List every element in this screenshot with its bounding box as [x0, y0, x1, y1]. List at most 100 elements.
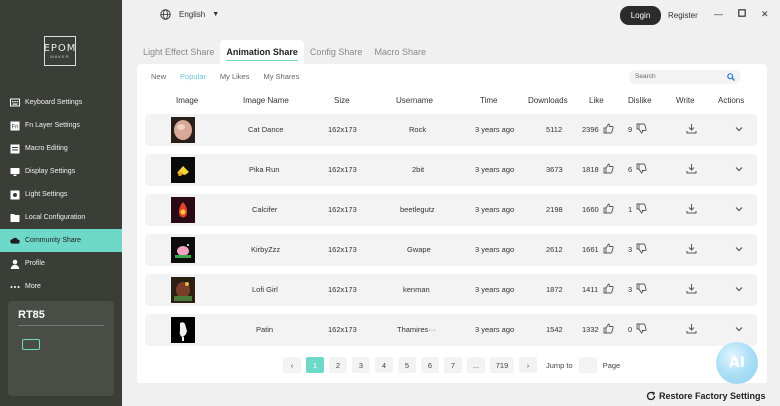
language-selector[interactable]: English ▼ — [160, 9, 219, 20]
sidebar: EPOM MAKER Keyboard Settings Fn Fn Layer… — [0, 0, 122, 406]
thumbs-down-icon[interactable] — [636, 323, 647, 334]
tab-macro-share[interactable]: Macro Share — [368, 40, 432, 64]
chevron-down-icon[interactable] — [734, 244, 744, 254]
login-button[interactable]: Login — [620, 6, 661, 25]
thumbs-up-icon[interactable] — [603, 243, 614, 254]
page-button[interactable]: 719 — [490, 357, 514, 373]
filter-my-shares[interactable]: My Shares — [263, 72, 313, 81]
filter-popular[interactable]: Popular — [180, 72, 220, 81]
sidebar-item-display-settings[interactable]: Display Settings — [0, 160, 122, 183]
device-name: RT85 — [18, 309, 45, 321]
maximize-icon[interactable] — [738, 9, 746, 19]
download-icon[interactable] — [686, 123, 697, 134]
thumbs-down-icon[interactable] — [636, 123, 647, 134]
restore-factory-button[interactable]: Restore Factory Settings — [646, 391, 766, 401]
page-button[interactable]: 2 — [329, 357, 347, 373]
page-label: Page — [602, 360, 621, 370]
chevron-down-icon[interactable] — [734, 284, 744, 294]
download-icon[interactable] — [686, 163, 697, 174]
thumbs-down-icon[interactable] — [636, 203, 647, 214]
prev-page-button[interactable]: ‹ — [283, 357, 301, 373]
thumbs-up-icon[interactable] — [603, 323, 614, 334]
sidebar-nav: Keyboard Settings Fn Fn Layer Settings M… — [0, 91, 122, 298]
page-button[interactable]: 4 — [375, 357, 393, 373]
page-button[interactable]: 3 — [352, 357, 370, 373]
chevron-down-icon[interactable] — [734, 204, 744, 214]
filter-my-likes[interactable]: My Likes — [220, 72, 264, 81]
page-button[interactable]: 1 — [306, 357, 324, 373]
download-icon[interactable] — [686, 243, 697, 254]
page-button[interactable]: 5 — [398, 357, 416, 373]
jump-page-input[interactable] — [578, 357, 597, 373]
ai-assistant-button[interactable]: AI — [716, 342, 758, 384]
thumbs-up-icon[interactable] — [603, 283, 614, 294]
search-input[interactable]: Search — [629, 70, 741, 84]
caret-down-icon: ▼ — [212, 11, 220, 18]
download-icon[interactable] — [686, 323, 697, 334]
table-row[interactable]: Patin 162x173 Thamires··· 3 years ago 15… — [145, 314, 757, 346]
row-dislikes: 9 — [628, 125, 633, 134]
tab-light-effect-share[interactable]: Light Effect Share — [137, 40, 220, 64]
sidebar-item-light-settings[interactable]: Light Settings — [0, 183, 122, 206]
row-dislikes: 1 — [628, 205, 633, 214]
macro-icon — [10, 144, 20, 154]
sidebar-item-label: Display Settings — [25, 168, 76, 175]
sidebar-item-community-share[interactable]: Community Share — [0, 229, 122, 252]
row-downloads: 1872 — [546, 285, 563, 294]
row-dislikes: 3 — [628, 245, 633, 254]
sidebar-item-macro-editing[interactable]: Macro Editing — [0, 137, 122, 160]
page-button[interactable]: 7 — [444, 357, 462, 373]
thumbs-down-icon[interactable] — [636, 283, 647, 294]
row-likes: 1661 — [582, 245, 599, 254]
row-image-name: Cat Dance — [248, 125, 284, 134]
more-icon — [10, 282, 20, 292]
row-time: 3 years ago — [475, 285, 515, 294]
filter-new[interactable]: New — [151, 72, 180, 81]
thumbs-down-icon[interactable] — [636, 243, 647, 254]
table-row[interactable]: KirbyZzz 162x173 Gwape 3 years ago 2612 … — [145, 234, 757, 266]
download-icon[interactable] — [686, 203, 697, 214]
globe-icon — [160, 9, 171, 20]
search-icon[interactable] — [727, 73, 735, 81]
thumbs-down-icon[interactable] — [636, 163, 647, 174]
table-row[interactable]: Lofi Girl 162x173 kenman 3 years ago 187… — [145, 274, 757, 306]
thumbs-up-icon[interactable] — [603, 203, 614, 214]
row-username: Gwape — [407, 245, 431, 254]
download-icon[interactable] — [686, 283, 697, 294]
sidebar-item-label: Light Settings — [25, 191, 68, 198]
table-row[interactable]: Calcifer 162x173 beetlegutz 3 years ago … — [145, 194, 757, 226]
row-downloads: 5112 — [546, 125, 563, 134]
animation-thumbnail — [171, 277, 195, 303]
chevron-down-icon[interactable] — [734, 164, 744, 174]
sidebar-item-local-configuration[interactable]: Local Configuration — [0, 206, 122, 229]
column-dislike: Dislike — [628, 96, 652, 105]
row-downloads: 2198 — [546, 205, 563, 214]
register-link[interactable]: Register — [668, 11, 698, 20]
tab-config-share[interactable]: Config Share — [304, 40, 369, 64]
chevron-down-icon[interactable] — [734, 324, 744, 334]
sidebar-item-keyboard-settings[interactable]: Keyboard Settings — [0, 91, 122, 114]
animation-thumbnail — [171, 237, 195, 263]
row-size: 162x173 — [328, 285, 357, 294]
restore-label: Restore Factory Settings — [659, 391, 766, 401]
table-row[interactable]: Cat Dance 162x173 Rock 3 years ago 5112 … — [145, 114, 757, 146]
device-card[interactable]: RT85 — [8, 301, 114, 396]
thumbs-up-icon[interactable] — [603, 163, 614, 174]
minimize-icon[interactable]: — — [714, 9, 723, 19]
row-dislikes: 0 — [628, 325, 633, 334]
table-row[interactable]: Pika Run 162x173 2bit 3 years ago 3673 1… — [145, 154, 757, 186]
sidebar-item-profile[interactable]: Profile — [0, 252, 122, 275]
thumbs-up-icon[interactable] — [603, 123, 614, 134]
tab-animation-share[interactable]: Animation Share — [220, 40, 304, 64]
sidebar-item-fn-layer-settings[interactable]: Fn Fn Layer Settings — [0, 114, 122, 137]
pagination: ‹ 1 2 3 4 5 6 7 ... 719 › Jump to Page — [283, 357, 620, 373]
close-icon[interactable]: ✕ — [761, 9, 769, 20]
chevron-down-icon[interactable] — [734, 124, 744, 134]
row-time: 3 years ago — [475, 125, 515, 134]
page-ellipsis[interactable]: ... — [467, 357, 485, 373]
light-icon — [10, 190, 20, 200]
sidebar-item-more[interactable]: More — [0, 275, 122, 298]
sidebar-item-label: Fn Layer Settings — [25, 122, 80, 129]
page-button[interactable]: 6 — [421, 357, 439, 373]
next-page-button[interactable]: › — [519, 357, 537, 373]
